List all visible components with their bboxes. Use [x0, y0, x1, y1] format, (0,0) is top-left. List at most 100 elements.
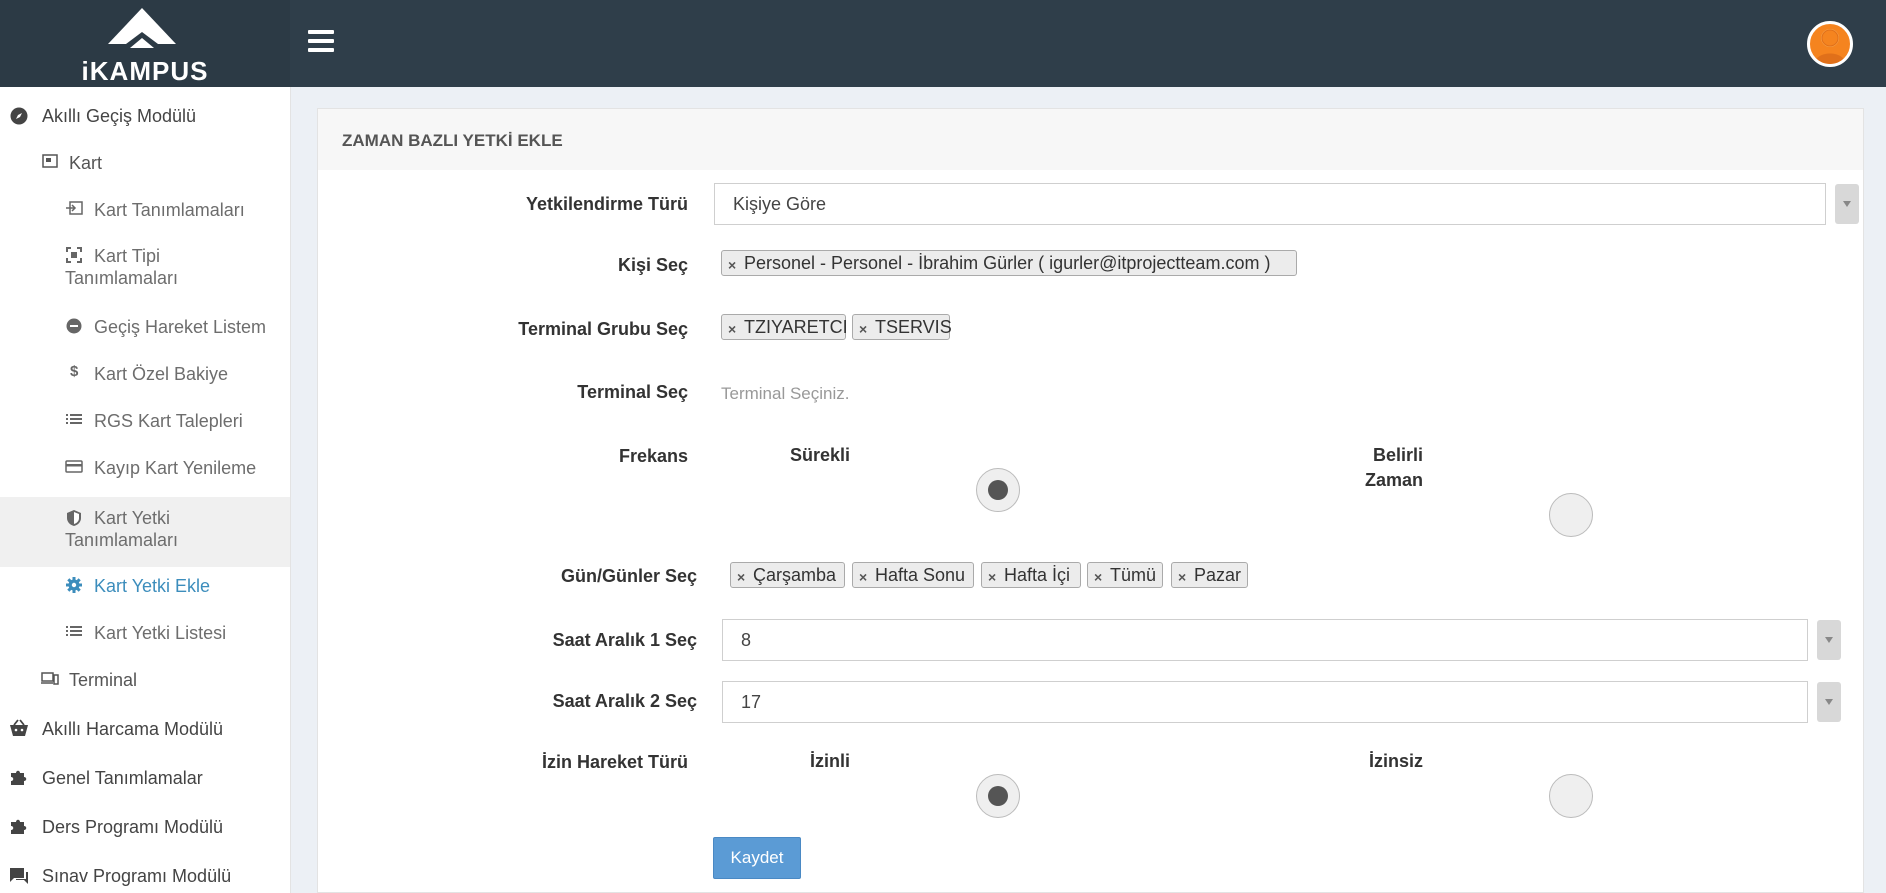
tag-label: Tümü: [1110, 565, 1157, 585]
sidebar-item-label: Sınav Programı Modülü: [42, 866, 232, 886]
tag-label: Personel - Personel - İbrahim Gürler ( i…: [744, 253, 1271, 273]
sidebar-item-label: Kart Tanımlamaları: [94, 200, 245, 220]
sidebar: Akıllı Geçiş Modülü Kart Kart Tanımlamal…: [0, 87, 291, 893]
hamburger-icon[interactable]: [308, 30, 334, 52]
sidebar-item-ders-programi[interactable]: Ders Programı Modülü: [0, 814, 290, 848]
sidebar-item-label: RGS Kart Talepleri: [94, 411, 243, 431]
sidebar-item-kart-tipi[interactable]: Kart Tipi Tanımlamaları: [0, 243, 290, 297]
remove-tag-icon[interactable]: ×: [1178, 565, 1186, 589]
day-tag[interactable]: × Hafta Sonu: [852, 562, 974, 588]
sidebar-item-label: Akıllı Harcama Modülü: [42, 719, 224, 739]
remove-tag-icon[interactable]: ×: [859, 317, 867, 341]
auth-type-label: Yetkilendirme Türü: [525, 194, 688, 214]
frequency-label: Frekans: [618, 446, 688, 466]
save-button[interactable]: Kaydet: [713, 837, 801, 879]
time2-label: Saat Aralık 2 Seç: [552, 691, 697, 711]
sidebar-item-label: Kart Özel Bakiye: [94, 364, 229, 384]
page-title: ZAMAN BAZLI YETKİ EKLE: [342, 131, 563, 150]
remove-tag-icon[interactable]: ×: [988, 565, 996, 589]
permission-allowed-radio[interactable]: [976, 774, 1020, 818]
frequency-option-specific-line1: Belirli: [1372, 445, 1423, 465]
sidebar-item-label: Kart Yetki Ekle: [94, 576, 211, 596]
sidebar-item-label: Ders Programı Modülü: [42, 817, 224, 837]
sidebar-item-akilli-gecis[interactable]: Akıllı Geçiş Modülü: [0, 103, 290, 137]
sidebar-item-kart-yetki-listesi[interactable]: Kart Yetki Listesi: [0, 620, 290, 654]
compass-icon: [10, 107, 28, 125]
sidebar-item-kart[interactable]: Kart: [0, 150, 290, 184]
sidebar-item-akilli-harcama[interactable]: Akıllı Harcama Modülü: [0, 716, 290, 750]
frequency-option-specific-line2: Zaman: [1364, 470, 1423, 490]
time1-label: Saat Aralık 1 Seç: [552, 630, 697, 650]
remove-tag-icon[interactable]: ×: [859, 565, 867, 589]
sidebar-item-gecis-hareket[interactable]: Geçiş Hareket Listem: [0, 314, 290, 348]
tag-label: Pazar: [1194, 565, 1242, 585]
time1-dropdown-arrow[interactable]: [1817, 620, 1841, 660]
remove-tag-icon[interactable]: ×: [737, 565, 745, 589]
sidebar-item-label: Kart Tipi Tanımlamaları: [65, 246, 179, 288]
puzzle-icon: [11, 819, 27, 834]
sidebar-item-kart-ozel-bakiye[interactable]: $ Kart Özel Bakiye: [0, 361, 290, 395]
sidebar-item-label: Kayıp Kart Yenileme: [94, 458, 257, 478]
logo-text: iKAMPUS: [81, 56, 209, 86]
credit-card-icon: [65, 460, 83, 473]
sign-in-icon: [66, 201, 83, 215]
sidebar-item-kart-yetki-tanimlamalari[interactable]: Kart Yetki Tanımlamaları: [0, 497, 290, 567]
terminal-group-tag[interactable]: × TSERVIS: [852, 314, 952, 341]
day-tag[interactable]: × Hafta İçi: [981, 562, 1081, 588]
form-panel: ZAMAN BAZLI YETKİ EKLE: [317, 108, 1864, 893]
person-label: Kişi Seç: [617, 255, 688, 275]
sidebar-item-genel-tanimlamalar[interactable]: Genel Tanımlamalar: [0, 765, 290, 799]
logo-area[interactable]: iKAMPUS: [0, 0, 290, 87]
permission-allowed-label: İzinli: [810, 751, 850, 771]
list-icon: [66, 626, 82, 636]
day-tag[interactable]: × Tümü: [1087, 562, 1163, 588]
remove-tag-icon[interactable]: ×: [728, 253, 736, 277]
terminal-label: Terminal Seç: [577, 382, 688, 402]
puzzle-icon: [11, 770, 27, 785]
tag-label: Çarşamba: [753, 565, 837, 585]
frequency-option-continuous-label: Sürekli: [789, 445, 850, 465]
top-bar: iKAMPUS: [0, 0, 1886, 87]
sidebar-item-sinav-programi[interactable]: Sınav Programı Modülü: [0, 863, 290, 893]
gear-icon: [66, 577, 82, 593]
sidebar-item-label: Kart: [69, 153, 103, 173]
time2-dropdown-arrow[interactable]: [1817, 682, 1841, 722]
day-tag[interactable]: × Pazar: [1171, 562, 1248, 588]
card-icon: [42, 154, 58, 168]
sidebar-item-kayip-kart[interactable]: Kayıp Kart Yenileme: [0, 455, 290, 489]
tag-label: TSERVIS: [875, 317, 952, 337]
permission-denied-radio[interactable]: [1549, 774, 1593, 818]
time2-select[interactable]: 17: [722, 681, 1808, 723]
frequency-specific-radio[interactable]: [1549, 493, 1593, 537]
sidebar-item-label: Geçiş Hareket Listem: [94, 317, 267, 337]
sidebar-item-label: Kart Yetki Listesi: [94, 623, 227, 643]
days-label: Gün/Günler Seç: [560, 566, 697, 586]
auth-type-dropdown-arrow[interactable]: [1835, 184, 1859, 224]
sidebar-item-terminal[interactable]: Terminal: [0, 667, 290, 701]
user-avatar-icon[interactable]: [1807, 21, 1853, 67]
sidebar-item-label: Terminal: [69, 670, 138, 690]
sidebar-item-rgs-kart[interactable]: RGS Kart Talepleri: [0, 408, 290, 442]
sidebar-item-label: Kart Yetki Tanımlamaları: [65, 508, 179, 550]
frequency-continuous-radio[interactable]: [976, 468, 1020, 512]
tag-label: Hafta Sonu: [875, 565, 966, 585]
remove-tag-icon[interactable]: ×: [1094, 565, 1102, 589]
minus-circle-icon: [66, 318, 82, 334]
terminal-input[interactable]: Terminal Seçiniz.: [721, 384, 1021, 404]
sidebar-item-kart-tanimlamalari[interactable]: Kart Tanımlamaları: [0, 197, 290, 231]
chat-icon: [10, 868, 28, 884]
sidebar-item-label: Genel Tanımlamalar: [42, 768, 203, 788]
list-icon: [66, 414, 82, 424]
auth-type-select[interactable]: Kişiye Göre: [714, 183, 1826, 225]
time1-select[interactable]: 8: [722, 619, 1808, 661]
terminal-group-label: Terminal Grubu Seç: [518, 319, 688, 339]
frequency-option-specific-label: Belirli Zaman: [1270, 443, 1423, 493]
remove-tag-icon[interactable]: ×: [728, 317, 736, 341]
terminal-group-tag[interactable]: × TZIYARETCI: [721, 314, 848, 341]
sidebar-item-label: Akıllı Geçiş Modülü: [42, 106, 197, 126]
dollar-icon: $: [70, 363, 79, 380]
day-tag[interactable]: × Çarşamba: [730, 562, 845, 588]
tag-label: Hafta İçi: [1004, 565, 1071, 585]
person-tag[interactable]: × Personel - Personel - İbrahim Gürler (…: [721, 250, 1297, 276]
sidebar-item-kart-yetki-ekle[interactable]: Kart Yetki Ekle: [0, 573, 290, 607]
